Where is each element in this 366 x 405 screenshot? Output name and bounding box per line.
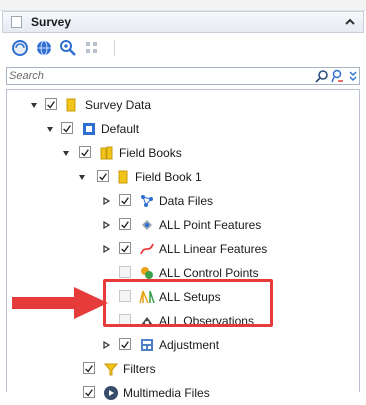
expand-down-icon[interactable] [29, 100, 39, 110]
tree-node-data-files[interactable]: Data Files [7, 189, 359, 213]
survey-tree: Survey Data Default Field Books Field Bo… [6, 89, 360, 400]
checkbox-checked-icon[interactable] [83, 386, 95, 398]
red-arrow-annotation [12, 287, 108, 319]
refresh-icon[interactable] [10, 38, 30, 58]
checkbox-unchecked-icon[interactable] [119, 266, 131, 278]
tree-node-survey-data[interactable]: Survey Data [7, 93, 359, 117]
collapse-caret-icon[interactable] [343, 15, 357, 29]
tree-node-field-books[interactable]: Field Books [7, 141, 359, 165]
tree-node-field-book-1[interactable]: Field Book 1 [7, 165, 359, 189]
checkbox-checked-icon[interactable] [79, 146, 91, 158]
adjustment-icon [141, 339, 153, 351]
panel-title: Survey [31, 15, 72, 29]
more-icon[interactable] [347, 69, 359, 83]
expand-right-icon[interactable] [101, 220, 111, 230]
tree-label: Filters [123, 362, 156, 376]
multimedia-icon [104, 386, 118, 400]
search-box[interactable] [6, 67, 360, 85]
zoom-icon[interactable] [58, 38, 78, 58]
tree-label: ALL Linear Features [159, 242, 268, 256]
toolbar-separator [114, 40, 115, 56]
tree-label: Survey Data [85, 98, 152, 112]
grid-icon[interactable] [82, 38, 102, 58]
panel-header: Survey [2, 11, 364, 33]
database-icon [83, 123, 95, 135]
tree-label: Field Book 1 [135, 170, 202, 184]
tree-label: Multimedia Files [123, 386, 210, 400]
person-search-icon[interactable] [331, 69, 345, 83]
data-files-icon [141, 195, 153, 207]
book-icon [100, 146, 113, 160]
book-icon [118, 170, 128, 184]
highlight-box-annotation [103, 279, 273, 327]
expand-right-icon[interactable] [101, 340, 111, 350]
linear-features-icon [140, 243, 154, 255]
filters-icon [103, 363, 119, 376]
expand-down-icon[interactable] [45, 124, 55, 134]
folder-icon [66, 98, 76, 112]
checkbox-checked-icon[interactable] [83, 362, 95, 374]
toolbar [2, 35, 364, 63]
checkbox-checked-icon[interactable] [61, 122, 73, 134]
tree-node-default[interactable]: Default [7, 117, 359, 141]
point-features-icon [142, 220, 152, 230]
tree-label: ALL Point Features [159, 218, 262, 232]
tree-label: Default [101, 122, 140, 136]
checkbox-checked-icon[interactable] [45, 98, 57, 110]
expand-down-icon[interactable] [77, 172, 87, 182]
tree-label: Data Files [159, 194, 214, 208]
checkbox-checked-icon[interactable] [119, 194, 131, 206]
tree-node-adjustment[interactable]: Adjustment [7, 333, 359, 357]
search-icon[interactable] [314, 69, 330, 83]
window-top-strip [0, 0, 366, 11]
tree-node-filters[interactable]: Filters [7, 357, 359, 381]
tree-node-multimedia-files[interactable]: Multimedia Files [7, 381, 359, 405]
globe-icon[interactable] [34, 38, 54, 58]
checkbox-checked-icon[interactable] [119, 218, 131, 230]
tree-node-all-point-features[interactable]: ALL Point Features [7, 213, 359, 237]
expand-down-icon[interactable] [61, 148, 71, 158]
search-input[interactable] [9, 69, 299, 83]
checkbox-checked-icon[interactable] [119, 338, 131, 350]
checkbox-checked-icon[interactable] [119, 242, 131, 254]
panel-icon [11, 16, 22, 28]
tree-label: Adjustment [159, 338, 220, 352]
tree-node-all-linear-features[interactable]: ALL Linear Features [7, 237, 359, 261]
tree-label: ALL Control Points [159, 266, 259, 280]
expand-right-icon[interactable] [101, 244, 111, 254]
tree-label: Field Books [119, 146, 182, 160]
checkbox-checked-icon[interactable] [97, 170, 109, 182]
expand-right-icon[interactable] [101, 196, 111, 206]
